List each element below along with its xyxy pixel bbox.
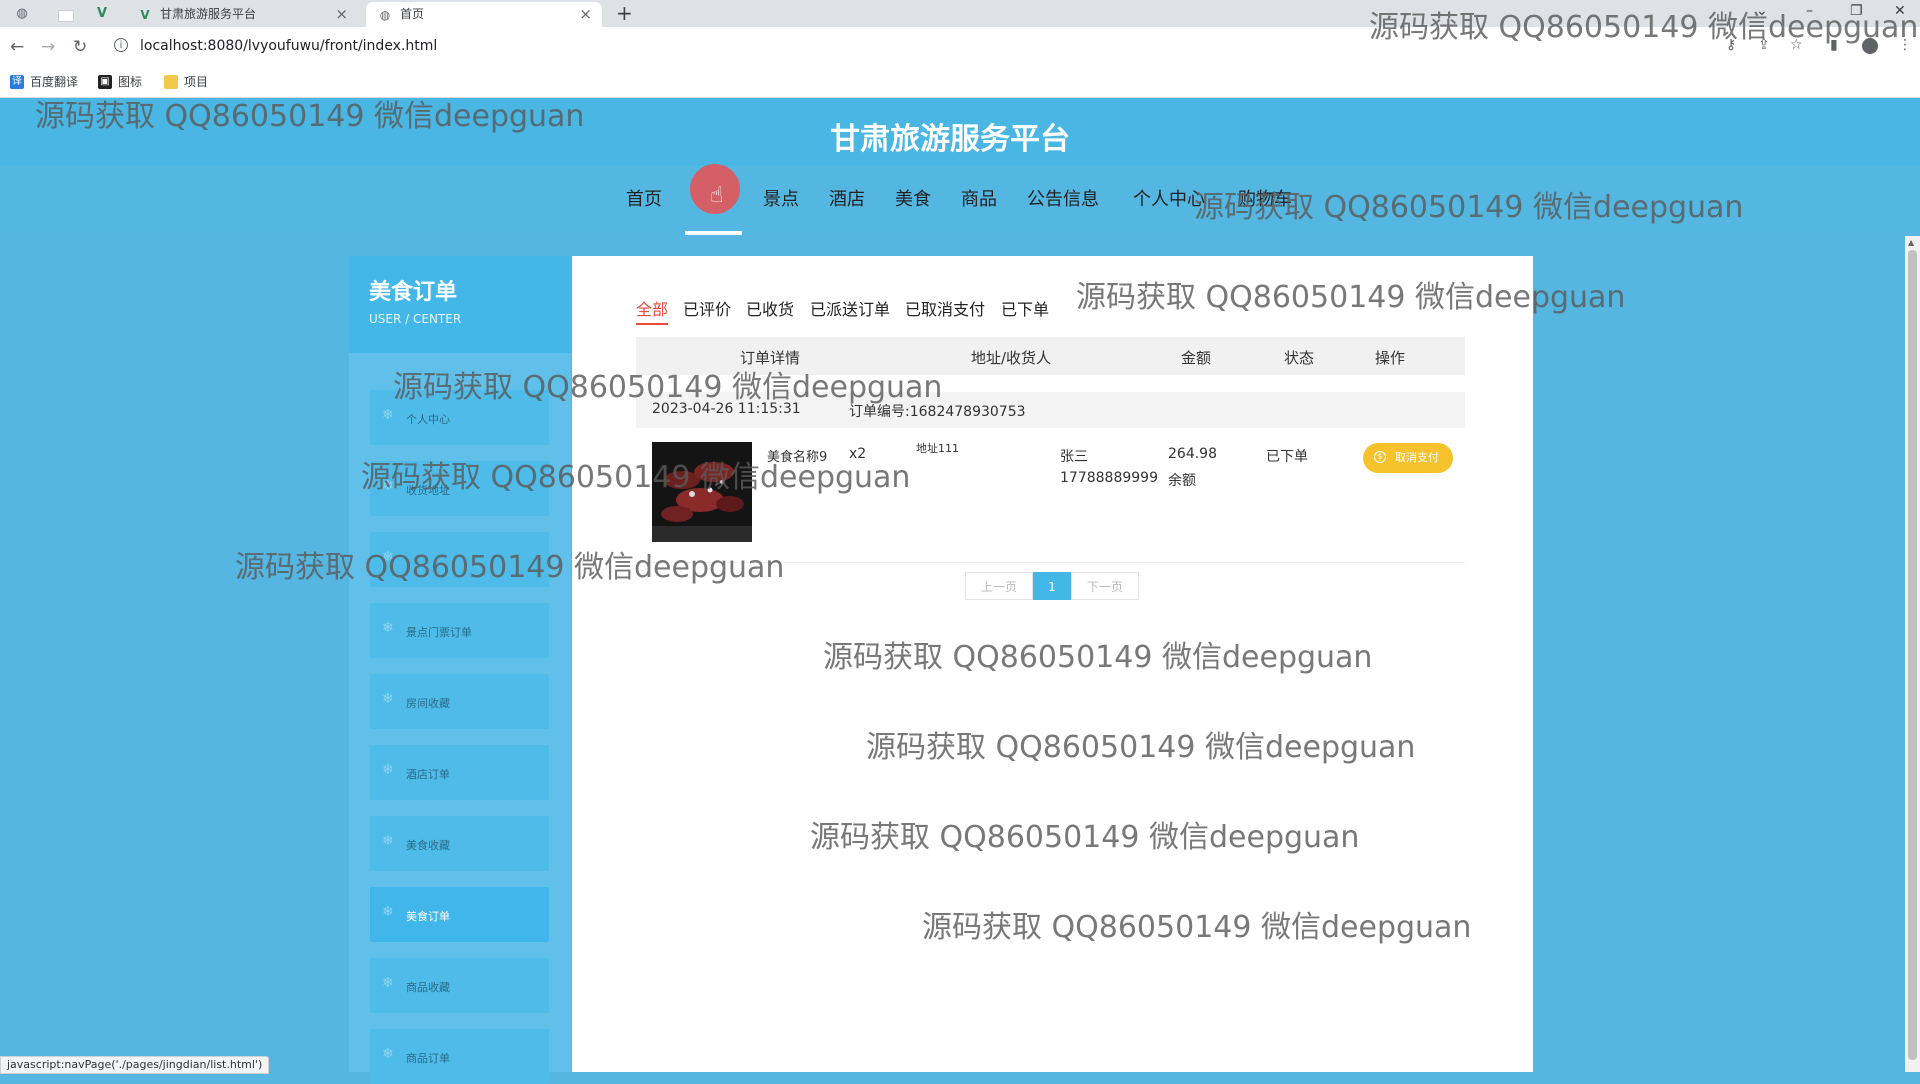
bookmark-icons[interactable]: ▣ 图标 [98, 74, 142, 90]
close-icon[interactable]: × [579, 2, 592, 27]
header-status: 状态 [1284, 349, 1315, 367]
header-amount: 金额 [1181, 349, 1212, 367]
nav-notices[interactable]: 公告信息 [1027, 185, 1099, 211]
nav-hotels[interactable]: 酒店 [829, 185, 865, 211]
scroll-up-icon[interactable]: ▲ [1908, 238, 1914, 247]
sidebar-header: 美食订单 USER / CENTER [349, 256, 571, 353]
receiver-phone: 17788889999 [1060, 470, 1158, 486]
status-url: javascript:navPage('./pages/jingdian/lis… [0, 1056, 270, 1074]
snowflake-icon: ❄ [382, 904, 394, 920]
order-address: 地址111 [916, 442, 959, 455]
watermark: 源码获取 QQ86050149 微信deepguan [810, 820, 1360, 855]
watermark: 源码获取 QQ86050149 微信deepguan [235, 550, 785, 585]
globe-icon[interactable]: ◍ [10, 4, 34, 24]
snowflake-icon: ❄ [382, 833, 394, 849]
new-tab-button[interactable]: + [616, 0, 633, 27]
reload-icon[interactable]: ↻ [73, 35, 87, 59]
back-icon[interactable]: ← [10, 35, 24, 59]
sidebar-title: 美食订单 [369, 280, 458, 305]
scroll-thumb[interactable] [1908, 250, 1917, 1060]
page-icon [58, 10, 74, 22]
nav-goods[interactable]: 商品 [961, 185, 997, 211]
snowflake-icon: ❄ [382, 975, 394, 991]
filter-cancelled[interactable]: 已取消支付 [905, 296, 985, 320]
watermark: 源码获取 QQ86050149 微信deepguan [361, 460, 911, 495]
url-text[interactable]: localhost:8080/lvyoufuwu/front/index.htm… [140, 38, 437, 54]
payment-method: 余额 [1168, 473, 1196, 489]
filter-shipped[interactable]: 已派送订单 [810, 296, 890, 320]
nav-attractions[interactable]: 景点 [763, 185, 799, 211]
filter-reviewed[interactable]: 已评价 [683, 296, 731, 320]
cancel-icon: $ [1374, 451, 1386, 463]
bookmark-translate[interactable]: 译 百度翻译 [10, 74, 78, 90]
info-icon[interactable]: i [114, 38, 128, 52]
header-address: 地址/收货人 [971, 349, 1052, 367]
receiver-name: 张三 [1060, 449, 1088, 465]
cancel-payment-button[interactable]: $ 取消支付 [1363, 443, 1453, 473]
order-status: 已下单 [1266, 449, 1308, 465]
next-page-button[interactable]: 下一页 [1071, 572, 1139, 600]
sidebar-subtitle: USER / CENTER [369, 312, 462, 326]
filter-placed[interactable]: 已下单 [1001, 296, 1049, 320]
forward-icon[interactable]: → [41, 35, 55, 59]
prev-page-button[interactable]: 上一页 [965, 572, 1033, 600]
watermark: 源码获取 QQ86050149 微信deepguan [823, 640, 1373, 675]
browser-tab-platform[interactable]: V 甘肃旅游服务平台 × [126, 2, 358, 27]
order-amount: 264.98 [1168, 446, 1217, 462]
close-icon[interactable]: × [335, 2, 348, 27]
nav-active-underline [685, 231, 742, 235]
browser-tab-blank[interactable] [44, 2, 88, 27]
header-action: 操作 [1375, 349, 1406, 367]
snowflake-icon: ❄ [382, 407, 394, 423]
watermark: 源码获取 QQ86050149 微信deepguan [35, 99, 585, 134]
sidebar-item-food-orders[interactable]: ❄ 美食订单 [370, 887, 549, 942]
watermark: 源码获取 QQ86050149 微信deepguan [1194, 190, 1744, 225]
watermark: 源码获取 QQ86050149 微信deepguan [1076, 280, 1626, 315]
sidebar-item-goods-orders[interactable]: ❄ 商品订单 [370, 1029, 549, 1084]
watermark: 源码获取 QQ86050149 微信deepguan [922, 910, 1472, 945]
sidebar-item-food-favorites[interactable]: ❄ 美食收藏 [370, 816, 549, 871]
page-scrollbar[interactable]: ▲ [1905, 236, 1920, 1072]
watermark: 源码获取 QQ86050149 微信deepguan [393, 370, 943, 405]
tab-title: 首页 [400, 7, 425, 21]
watermark: 源码获取 QQ86050149 微信deepguan [1369, 10, 1919, 45]
browser-tab-home[interactable]: ◍ 首页 × [366, 2, 602, 27]
vue-icon: V [140, 8, 150, 22]
image-icon: ▣ [98, 75, 112, 89]
hand-cursor-icon: ☝ [710, 183, 724, 208]
sidebar-item-hotel-orders[interactable]: ❄ 酒店订单 [370, 745, 549, 800]
vue-icon[interactable]: V [90, 4, 114, 24]
snowflake-icon: ❄ [382, 1046, 394, 1062]
nav-food[interactable]: 美食 [895, 185, 931, 211]
filter-all[interactable]: 全部 [636, 296, 669, 325]
snowflake-icon: ❄ [382, 691, 394, 707]
globe-icon: ◍ [379, 8, 391, 22]
snowflake-icon: ❄ [382, 762, 394, 778]
bookmark-project[interactable]: 项目 [164, 74, 208, 90]
filter-received[interactable]: 已收货 [746, 296, 794, 320]
folder-icon [164, 75, 178, 89]
tab-title: 甘肃旅游服务平台 [160, 7, 257, 21]
watermark: 源码获取 QQ86050149 微信deepguan [866, 730, 1416, 765]
page-1-button[interactable]: 1 [1033, 572, 1071, 600]
snowflake-icon: ❄ [382, 620, 394, 636]
sidebar-item-goods-favorites[interactable]: ❄ 商品收藏 [370, 958, 549, 1013]
nav-home[interactable]: 首页 [626, 185, 662, 211]
sidebar-item-room-favorites[interactable]: ❄ 房间收藏 [370, 674, 549, 729]
sidebar-item-ticket-orders[interactable]: ❄ 景点门票订单 [370, 603, 549, 658]
translate-icon: 译 [10, 75, 24, 89]
